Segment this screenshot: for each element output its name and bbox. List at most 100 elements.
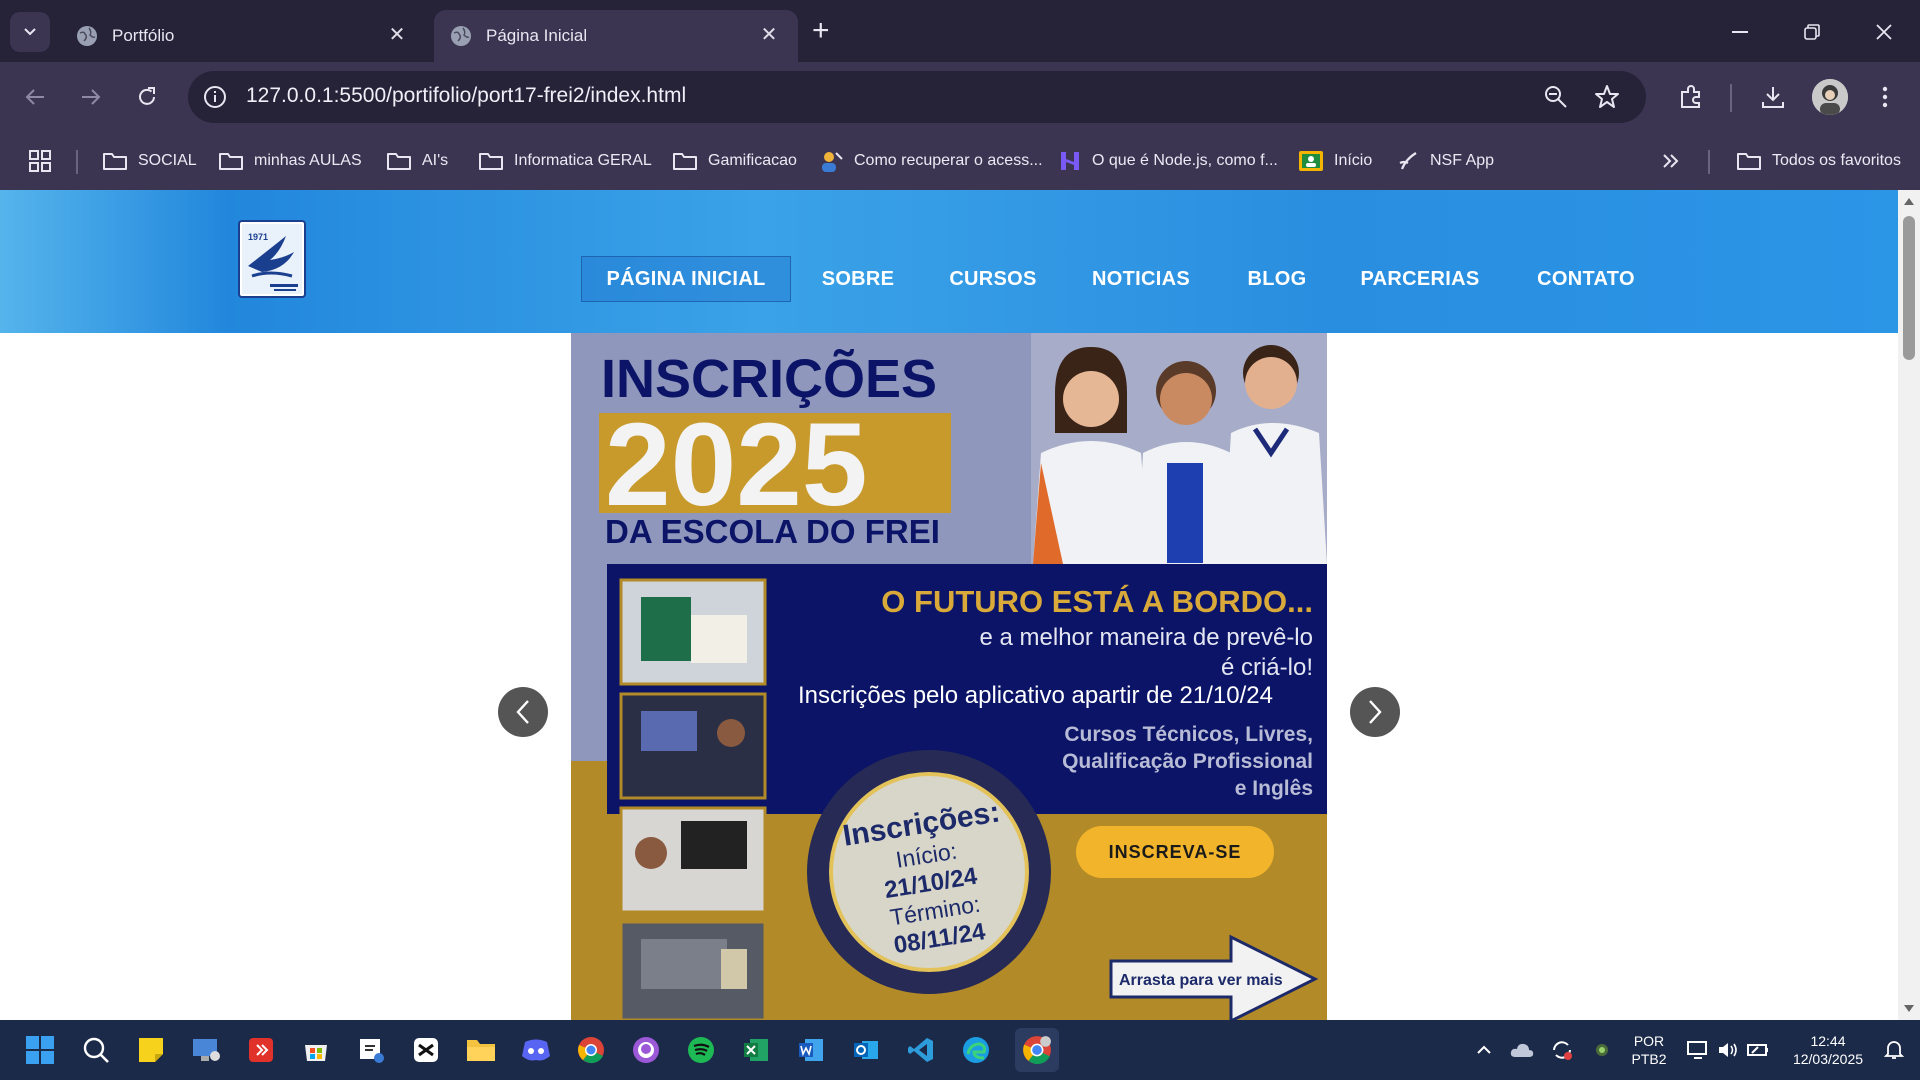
all-bookmarks-folder[interactable]: Todos os favoritos — [1736, 146, 1901, 176]
tray-app[interactable] — [1586, 1034, 1618, 1066]
taskbar-remote-desktop[interactable] — [190, 1034, 222, 1066]
minimize-button[interactable] — [1716, 14, 1764, 50]
bookmark-nsf-app[interactable]: NSF App — [1396, 146, 1494, 176]
bookmark-folder-social[interactable]: SOCIAL — [102, 146, 197, 176]
taskbar-vscode[interactable] — [905, 1034, 937, 1066]
site-info-icon[interactable] — [202, 84, 228, 110]
start-button[interactable] — [24, 1034, 56, 1066]
taskbar-sticky-notes[interactable] — [135, 1034, 167, 1066]
nav-contato[interactable]: CONTATO — [1526, 256, 1646, 302]
chevron-down-icon — [24, 28, 36, 36]
site-header: 1971 PÁGINA INICIAL SOBRE CURSOS NOTICIA… — [0, 190, 1898, 333]
tray-volume[interactable] — [1712, 1034, 1744, 1066]
back-button[interactable] — [18, 80, 52, 114]
address-bar[interactable]: 127.0.0.1:5500/portifolio/port17-frei2/i… — [188, 71, 1646, 123]
bookmark-nodejs[interactable]: O que é Node.js, como f... — [1058, 146, 1278, 176]
scrollbar-thumb[interactable] — [1903, 216, 1915, 360]
forward-button[interactable] — [74, 80, 108, 114]
bookmark-folder-minhas-aulas[interactable]: minhas AULAS — [218, 146, 362, 176]
input-language[interactable]: POR PTB2 — [1624, 1032, 1674, 1068]
banner-tagline: O FUTURO ESTÁ A BORDO... — [881, 584, 1313, 619]
extensions-button[interactable] — [1674, 80, 1708, 114]
taskbar-github[interactable] — [630, 1034, 662, 1066]
tab-pagina-inicial[interactable]: Página Inicial ✕ — [434, 10, 798, 62]
tray-onedrive[interactable] — [1506, 1034, 1538, 1066]
zoom-icon[interactable] — [1544, 85, 1568, 109]
windows-taskbar: POR PTB2 12:44 12/03/2025 — [0, 1020, 1920, 1080]
taskbar-capcut[interactable] — [410, 1034, 442, 1066]
scroll-up-icon[interactable] — [1903, 196, 1915, 206]
taskbar-app-store[interactable] — [300, 1034, 332, 1066]
taskbar-search[interactable] — [80, 1034, 112, 1066]
carousel-prev-button[interactable] — [498, 687, 548, 737]
nav-noticias[interactable]: NOTICIAS — [1080, 256, 1202, 302]
taskbar-edge[interactable] — [960, 1034, 992, 1066]
banner-quote-line2: é criá-lo! — [1221, 654, 1313, 681]
bookmark-inicio[interactable]: Início — [1298, 146, 1372, 176]
taskbar-discord[interactable] — [520, 1034, 552, 1066]
tray-battery[interactable] — [1742, 1034, 1774, 1066]
taskbar-snipping-tool[interactable] — [355, 1034, 387, 1066]
sticky-notes-icon — [139, 1038, 163, 1062]
close-window-button[interactable] — [1860, 14, 1908, 50]
banner-quote-line1: e a melhor maneira de prevê-lo — [979, 624, 1313, 651]
chevron-right-icon — [1369, 700, 1382, 724]
banner-artwork: INSCRIÇÕES 2025 DA ESCOLA DO FREI O FUTU… — [571, 333, 1327, 1020]
tray-notifications[interactable] — [1878, 1034, 1910, 1066]
capcut-icon — [414, 1038, 438, 1062]
screen: Portfólio ✕ Página Inicial ✕ + 127.0.0.1… — [0, 0, 1920, 1080]
tray-overflow-button[interactable] — [1468, 1034, 1500, 1066]
nav-parcerias[interactable]: PARCERIAS — [1352, 256, 1488, 302]
kebab-menu-icon — [1882, 86, 1888, 108]
taskbar-file-explorer[interactable] — [465, 1034, 497, 1066]
browser-menu-button[interactable] — [1868, 80, 1902, 114]
star-icon[interactable] — [1594, 84, 1620, 110]
school-logo[interactable]: 1971 — [238, 220, 306, 298]
restore-button[interactable] — [1788, 14, 1836, 50]
taskbar-chrome-active[interactable] — [1015, 1028, 1059, 1072]
nav-cursos[interactable]: CURSOS — [938, 256, 1048, 302]
browser-toolbar: 127.0.0.1:5500/portifolio/port17-frei2/i… — [0, 62, 1920, 132]
scroll-down-icon[interactable] — [1903, 1004, 1915, 1014]
profile-avatar[interactable] — [1812, 79, 1848, 115]
tray-network[interactable] — [1682, 1034, 1714, 1066]
tray-sync[interactable] — [1546, 1034, 1578, 1066]
taskbar-spotify[interactable] — [685, 1034, 717, 1066]
carousel-slide: INSCRIÇÕES 2025 DA ESCOLA DO FREI O FUTU… — [571, 333, 1327, 1020]
new-tab-button[interactable]: + — [812, 16, 830, 46]
tab-search-button[interactable] — [10, 12, 50, 52]
bookmark-label: Informatica GERAL — [514, 152, 652, 169]
taskbar-word[interactable] — [795, 1034, 827, 1066]
word-icon — [799, 1039, 823, 1061]
clock[interactable]: 12:44 12/03/2025 — [1780, 1032, 1876, 1068]
taskbar-outlook[interactable] — [850, 1034, 882, 1066]
puzzle-icon — [1681, 85, 1700, 108]
apps-button[interactable] — [28, 146, 62, 176]
nav-pagina-inicial[interactable]: PÁGINA INICIAL — [581, 256, 791, 302]
bookmark-folder-ais[interactable]: AI's — [386, 146, 448, 176]
more-bookmarks-button[interactable] — [1662, 146, 1690, 176]
close-tab-icon[interactable]: ✕ — [758, 24, 780, 46]
page-scrollbar[interactable] — [1898, 190, 1920, 1020]
speaker-icon — [1719, 1043, 1737, 1057]
taskbar-excel[interactable] — [740, 1034, 772, 1066]
tab-portfolio[interactable]: Portfólio ✕ — [60, 10, 426, 62]
folder-icon — [673, 153, 697, 170]
reload-button[interactable] — [130, 80, 164, 114]
carousel-next-button[interactable] — [1350, 687, 1400, 737]
inscreva-se-button[interactable]: INSCREVA-SE — [1076, 826, 1274, 878]
network-icon — [1687, 1041, 1707, 1059]
bookmark-folder-informatica-geral[interactable]: Informatica GERAL — [478, 146, 652, 176]
bookmarks-divider — [76, 150, 78, 174]
cloud-icon — [1510, 1043, 1534, 1057]
nav-blog[interactable]: BLOG — [1236, 256, 1318, 302]
taskbar-chrome[interactable] — [575, 1034, 607, 1066]
nav-sobre[interactable]: SOBRE — [808, 256, 908, 302]
close-tab-icon[interactable]: ✕ — [386, 24, 408, 46]
classroom-icon — [1299, 151, 1323, 171]
taskbar-app-red[interactable] — [245, 1034, 277, 1066]
bookmark-como-recuperar[interactable]: Como recuperar o acess... — [818, 146, 1043, 176]
download-icon — [1762, 87, 1784, 108]
downloads-button[interactable] — [1756, 80, 1790, 114]
bookmark-folder-gamificacao[interactable]: Gamificacao — [672, 146, 797, 176]
